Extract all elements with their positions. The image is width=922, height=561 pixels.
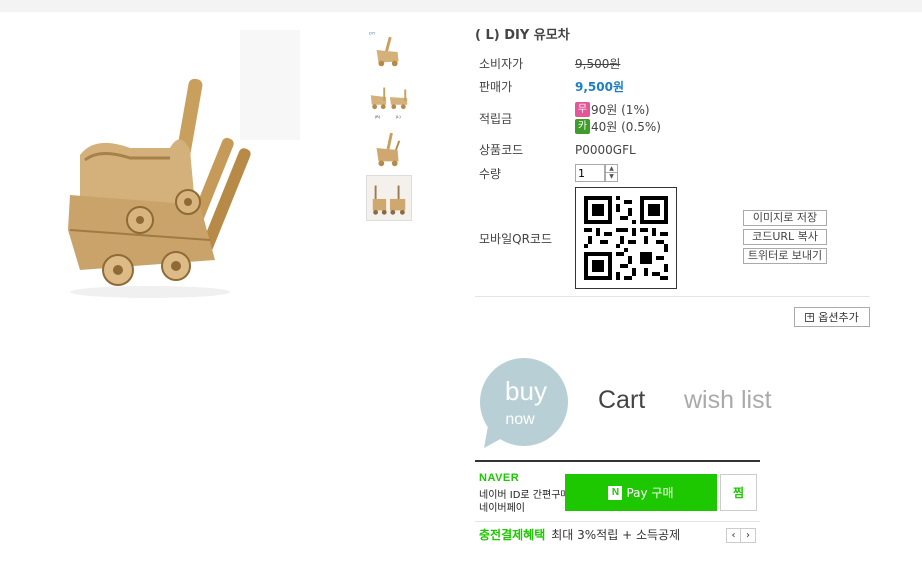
add-option-label: 옵션추가 [818,311,859,324]
consumer-price-value: 9,500원 [575,57,621,71]
qr-code-icon [584,196,668,280]
thumbnail-4[interactable] [366,175,412,221]
sale-price-label: 판매가 [479,80,513,94]
next-arrow-icon[interactable]: › [741,528,756,543]
stroller-image [68,30,300,298]
product-code-value: P0000GFL [575,142,636,157]
thumbnail-1[interactable]: DIY [366,28,412,74]
buy-label: buy [505,376,547,406]
qr-row: 모바일QR코드 이미지로 저장 코드URL 복사 트위터로 보내기 [475,185,870,292]
points-row: 적립금 무 90원 (1%) 카 40원 (0.5%) [475,98,870,138]
top-bar [0,0,922,12]
consumer-price-row: 소비자가 9,500원 [475,52,870,75]
spec-table: 소비자가 9,500원 판매가 9,500원 적립금 무 90원 (1%) 카 … [475,52,870,292]
naver-logo: NAVER [479,472,520,484]
quantity-down-icon[interactable]: ▼ [605,173,618,182]
plus-icon: + [805,311,815,322]
product-main-image [40,30,300,330]
product-info: ( L) DIY 유모차 소비자가 9,500원 판매가 9,500원 적립금 … [475,24,870,292]
qr-label: 모바일QR코드 [479,231,552,246]
quantity-row: 수량 ▲ ▼ [475,161,870,185]
points-line-1: 무 90원 (1%) [575,101,870,118]
points-badge-1: 무 [575,102,590,117]
points-line-2: 카 40원 (0.5%) [575,118,870,135]
points-text-1: 90원 (1%) [591,103,650,117]
thumbnail-2[interactable]: (R) (L) [366,77,412,123]
quantity-input[interactable] [575,164,605,182]
naver-n-icon: N [608,485,623,500]
wishlist-button[interactable]: wish list [684,386,772,415]
product-title: ( L) DIY 유모차 [475,28,570,43]
save-as-image-button[interactable]: 이미지로 저장 [743,210,827,226]
product-code-row: 상품코드 P0000GFL [475,138,870,161]
thumbnail-list: DIY (R) (L) [366,28,414,224]
send-twitter-button[interactable]: 트위터로 보내기 [743,248,827,264]
section-divider [475,296,870,297]
svg-text:(R): (R) [375,114,381,119]
qr-actions: 이미지로 저장 코드URL 복사 트위터로 보내기 [737,210,827,264]
svg-text:(L): (L) [396,114,402,119]
now-label: now [505,411,535,428]
naver-wish-button[interactable]: 찜 [720,474,757,511]
benefit-title: 충전결제혜택 [479,528,546,542]
thumbnail-3[interactable] [366,126,412,172]
product-code-label: 상품코드 [479,143,524,157]
prev-arrow-icon[interactable]: ‹ [726,528,741,543]
points-text-2: 40원 (0.5%) [591,120,661,134]
sale-price-value: 9,500원 [575,80,624,94]
sale-price-row: 판매가 9,500원 [475,75,870,98]
naver-pay-box: NAVER 네이버 ID로 간편구매 네이버페이 N Pay 구매 찜 [475,460,760,516]
naver-pay-label: Pay 구매 [626,486,674,500]
cart-button[interactable]: Cart [598,386,645,415]
benefit-bar: 충전결제혜택 최대 3%적립 + 소득공제 ‹ › [475,521,760,547]
consumer-price-label: 소비자가 [479,57,524,71]
qr-code [575,187,677,289]
copy-code-url-button[interactable]: 코드URL 복사 [743,229,827,245]
buy-now-button[interactable]: buy now [478,358,572,452]
quantity-label: 수량 [479,166,502,181]
naver-pay-button[interactable]: N Pay 구매 [565,474,717,511]
benefit-nav: ‹ › [726,528,756,543]
svg-text:DIY: DIY [369,31,376,36]
add-option-button[interactable]: + 옵션추가 [794,307,870,327]
points-label: 적립금 [479,111,513,126]
quantity-stepper: ▲ ▼ [575,164,870,182]
naver-pay-desc-2: 네이버페이 [479,503,525,514]
points-badge-2: 카 [575,119,590,134]
benefit-text: 최대 3%적립 + 소득공제 [551,528,681,542]
quantity-up-icon[interactable]: ▲ [605,164,618,173]
